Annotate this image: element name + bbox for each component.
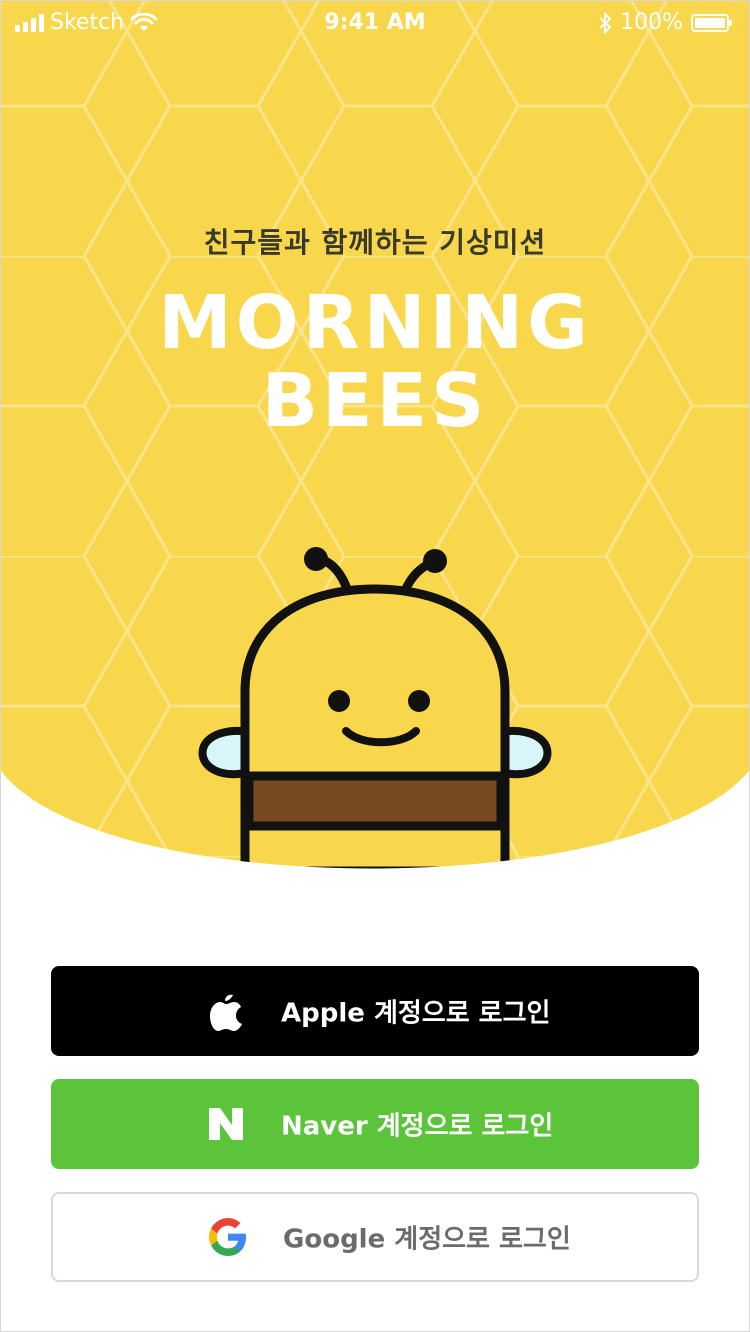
antenna-tip-right — [423, 549, 447, 573]
dome-edge — [1, 771, 749, 961]
battery-percent: 100% — [620, 10, 683, 35]
google-login-label: Google 계정으로 로그인 — [283, 1224, 571, 1255]
antenna-tip-left — [304, 547, 328, 571]
tagline: 친구들과 함께하는 기상미션 — [203, 226, 547, 259]
apple-login-label: Apple 계정으로 로그인 — [281, 998, 551, 1029]
logo-bees: BEES — [261, 358, 489, 444]
logo-morning: MORNING — [158, 280, 592, 366]
battery-icon — [691, 13, 732, 32]
bluetooth-icon — [599, 11, 612, 34]
naver-n-icon — [206, 1104, 246, 1144]
apple-login-button[interactable]: Apple 계정으로 로그인 — [51, 966, 699, 1056]
naver-login-button[interactable]: Naver 계정으로 로그인 — [51, 1079, 699, 1169]
google-g-icon — [208, 1217, 248, 1257]
naver-login-label: Naver 계정으로 로그인 — [281, 1111, 554, 1142]
apple-logo-icon — [206, 991, 246, 1031]
eye-right — [408, 690, 430, 712]
status-right: 100% — [598, 10, 732, 35]
status-bar: Sketch 9:41 AM 100% — [1, 1, 749, 45]
login-screen: Sketch 9:41 AM 100% 친구들과 함께하는 기상미션 MORNI… — [0, 0, 750, 1332]
google-login-button[interactable]: Google 계정으로 로그인 — [51, 1192, 699, 1282]
eye-left — [328, 690, 350, 712]
